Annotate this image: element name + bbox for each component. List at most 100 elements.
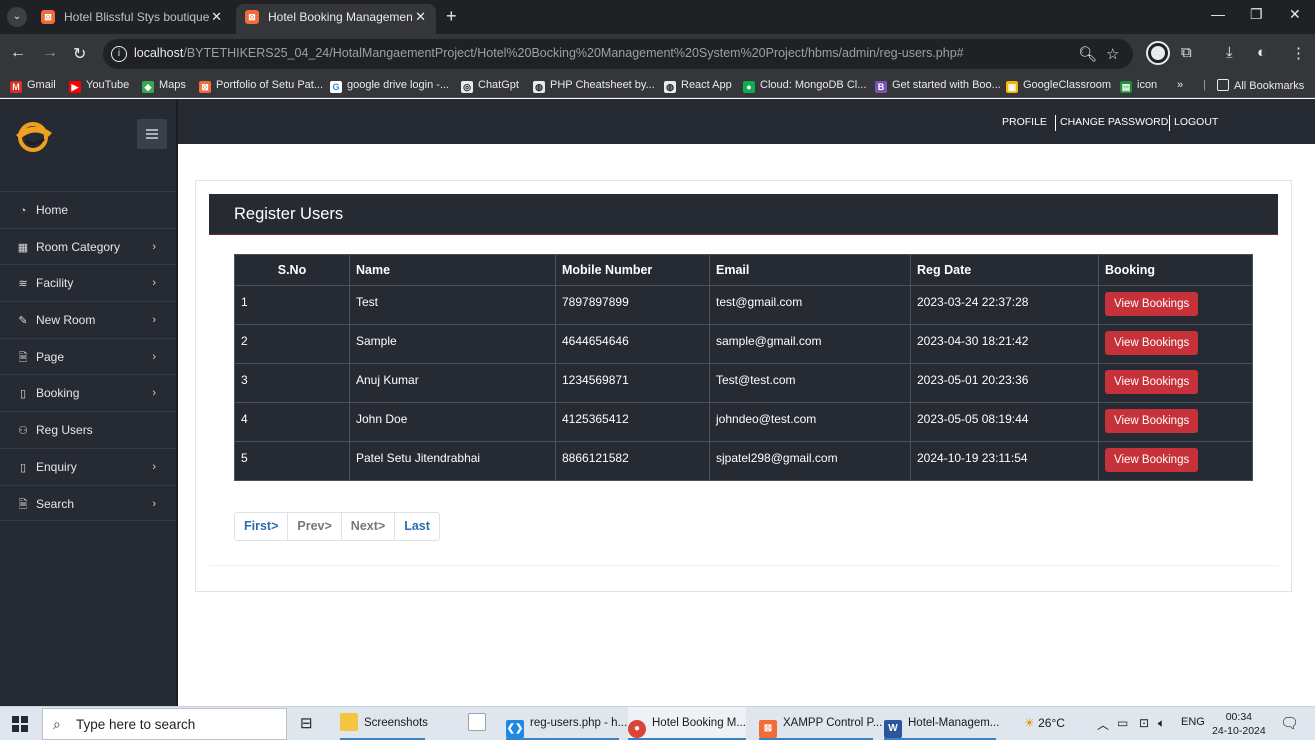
bookmarks-overflow-icon[interactable]: » xyxy=(1177,79,1183,91)
window-close-icon[interactable]: ✕ xyxy=(1289,6,1301,23)
tab-close-icon[interactable]: ✕ xyxy=(211,4,222,30)
system-clock[interactable]: 00:34 24-10-2024 xyxy=(1212,710,1266,738)
sidebar-item-page[interactable]: 🗎︎ Page › xyxy=(0,337,176,375)
first-page-link[interactable]: First> xyxy=(235,513,289,540)
sidebar-item-reg-users[interactable]: ⚇ Reg Users xyxy=(0,411,176,448)
bookmark-item[interactable]: Ggoogle drive login -... xyxy=(330,79,449,93)
sidebar: ◔ Home ▦ Room Category › ≋ Facility › ✎ New … xyxy=(0,99,178,706)
bookmark-item[interactable]: ◍ PHP Cheatsheet by... xyxy=(533,79,655,93)
chevron-right-icon: › xyxy=(152,387,156,400)
zoom-icon[interactable]: 🔍︎ xyxy=(1078,45,1097,63)
taskbar-app-xampp[interactable]: ⊠ XAMPP Control P... xyxy=(759,707,882,740)
bookmark-item[interactable]: ● Cloud: MongoDB Cl... xyxy=(743,79,866,93)
reload-icon[interactable]: ↻ xyxy=(73,44,86,64)
cell-name: Test xyxy=(349,285,556,325)
forward-icon[interactable]: → xyxy=(42,44,58,62)
task-view-icon[interactable]: ⊟ xyxy=(300,707,313,740)
users-panel: Register Users S.No Name Mobile Number E… xyxy=(195,180,1292,592)
sidebar-item-home[interactable]: ◔ Home xyxy=(0,191,176,228)
top-navbar: PROFILE CHANGE PASSWORD LOGOUT xyxy=(178,99,1315,144)
more-menu-icon[interactable]: ⋮ xyxy=(1291,44,1306,62)
chevron-right-icon: › xyxy=(152,497,156,510)
panel-header: Register Users xyxy=(209,194,1278,235)
sidebar-item-enquiry[interactable]: ▯ Enquiry › xyxy=(0,447,176,485)
cell-sno: 3 xyxy=(234,363,350,403)
back-icon[interactable]: ← xyxy=(10,44,26,62)
notifications-icon[interactable]: 🗨︎ xyxy=(1280,714,1299,732)
view-bookings-button[interactable]: View Bookings xyxy=(1105,448,1199,472)
hotel-logo-icon xyxy=(16,122,52,152)
bookmark-item[interactable]: ▶ YouTube xyxy=(69,79,129,93)
tray-chevron-icon[interactable]: ︿ xyxy=(1097,716,1109,733)
extensions-icon[interactable]: ⧉ xyxy=(1181,44,1192,61)
sidebar-item-label: Booking xyxy=(36,386,80,401)
download-icon[interactable]: ⤓ xyxy=(1226,44,1233,61)
profile-avatar[interactable] xyxy=(1148,43,1168,63)
browser-tab[interactable]: ⊠ Hotel Blissful Stys boutique | Ho ✕ xyxy=(32,4,232,34)
network-icon[interactable]: ⊡ xyxy=(1139,716,1149,730)
volume-icon[interactable]: 🔈︎ xyxy=(1158,716,1165,731)
sidebar-item-search[interactable]: 🗎︎ Search › xyxy=(0,484,176,522)
view-bookings-button[interactable]: View Bookings xyxy=(1105,370,1199,394)
all-bookmarks[interactable]: All Bookmarks xyxy=(1217,79,1304,92)
weather-widget[interactable]: ☀ 26°C xyxy=(1024,716,1065,730)
globe-icon: ◍ xyxy=(664,81,676,93)
cell-name: Sample xyxy=(349,324,556,364)
sidebar-item-facility[interactable]: ≋ Facility › xyxy=(0,264,176,301)
bookmark-star-icon[interactable]: ☆ xyxy=(1106,45,1119,63)
sidebar-item-label: Room Category xyxy=(36,239,121,254)
bookmark-item[interactable]: M Gmail xyxy=(10,79,56,93)
table-row: 3 Anuj Kumar 1234569871 Test@test.com 20… xyxy=(234,363,1253,403)
folder-icon xyxy=(1217,79,1229,91)
minimize-icon[interactable]: — xyxy=(1211,6,1225,22)
sidebar-item-room-category[interactable]: ▦ Room Category › xyxy=(0,227,176,265)
language-indicator[interactable]: ENG xyxy=(1181,716,1205,728)
taskbar-search-input[interactable]: ⌕ Type here to search xyxy=(42,708,287,740)
taskbar-app-word[interactable]: W Hotel-Managem... xyxy=(884,707,999,740)
taskbar-app-chrome[interactable]: ● Hotel Booking M... xyxy=(628,707,746,740)
account-icon[interactable]: ◐ xyxy=(1257,44,1266,61)
taskbar-app-screenshots[interactable]: Screenshots xyxy=(340,707,428,740)
weather-icon: ☀ xyxy=(1024,716,1035,730)
bookmark-item[interactable]: B Get started with Boo... xyxy=(875,79,1001,93)
sidebar-toggle-button[interactable] xyxy=(137,119,167,149)
file-icon: 🗎︎ xyxy=(18,351,28,364)
table-row: 4 John Doe 4125365412 johndeo@test.com 2… xyxy=(234,402,1253,442)
prev-page-link[interactable]: Prev> xyxy=(288,513,342,540)
chrome-icon: ● xyxy=(628,720,646,738)
column-header: Mobile Number xyxy=(555,254,710,286)
logout-link[interactable]: LOGOUT xyxy=(1174,116,1218,128)
bookmark-item[interactable]: ◍ React App xyxy=(664,79,732,93)
battery-icon[interactable]: ▭ xyxy=(1117,716,1128,730)
browser-tab-active[interactable]: ⊠ Hotel Booking Management Sy ✕ xyxy=(236,4,436,34)
vscode-icon: ❮❯ xyxy=(506,720,524,738)
bookmark-item[interactable]: ◎ ChatGpt xyxy=(461,79,519,93)
taskbar-app-notepad[interactable] xyxy=(468,707,492,740)
clock-date: 24-10-2024 xyxy=(1212,725,1266,737)
sidebar-item-new-room[interactable]: ✎ New Room › xyxy=(0,301,176,338)
restore-icon[interactable]: ❐ xyxy=(1250,6,1263,23)
windows-start-icon[interactable] xyxy=(12,716,28,732)
bookmark-item[interactable]: ⊠ Portfolio of Setu Pat... xyxy=(199,79,323,93)
sidebar-item-booking[interactable]: ▯ Booking › xyxy=(0,374,176,411)
new-tab-icon[interactable]: + xyxy=(446,6,457,27)
view-bookings-button[interactable]: View Bookings xyxy=(1105,292,1199,316)
sheet-icon: ▤ xyxy=(1120,81,1132,93)
view-bookings-button[interactable]: View Bookings xyxy=(1105,331,1199,355)
last-page-link[interactable]: Last xyxy=(395,513,439,540)
next-page-link[interactable]: Next> xyxy=(342,513,396,540)
chevron-right-icon: › xyxy=(152,240,156,253)
bookmark-item[interactable]: ▤ icon xyxy=(1120,79,1157,93)
bookmark-item[interactable]: ▣ GoogleClassroom xyxy=(1006,79,1111,93)
change-password-link[interactable]: CHANGE PASSWORD xyxy=(1060,116,1168,128)
tab-close-icon[interactable]: ✕ xyxy=(415,4,426,30)
url-input[interactable]: i localhost/BYTETHIKERS25_04_24/HotalMan… xyxy=(103,39,1133,69)
site-info-icon[interactable]: i xyxy=(111,46,127,62)
view-bookings-button[interactable]: View Bookings xyxy=(1105,409,1199,433)
tab-search-icon[interactable]: ⌄ xyxy=(7,7,27,27)
taskbar-app-vscode[interactable]: ❮❯ reg-users.php - h... xyxy=(506,707,627,740)
bookmark-item[interactable]: ◆ Maps xyxy=(142,79,186,93)
notepad-icon xyxy=(468,713,486,731)
profile-link[interactable]: PROFILE xyxy=(1002,116,1047,128)
column-header: Email xyxy=(709,254,911,286)
